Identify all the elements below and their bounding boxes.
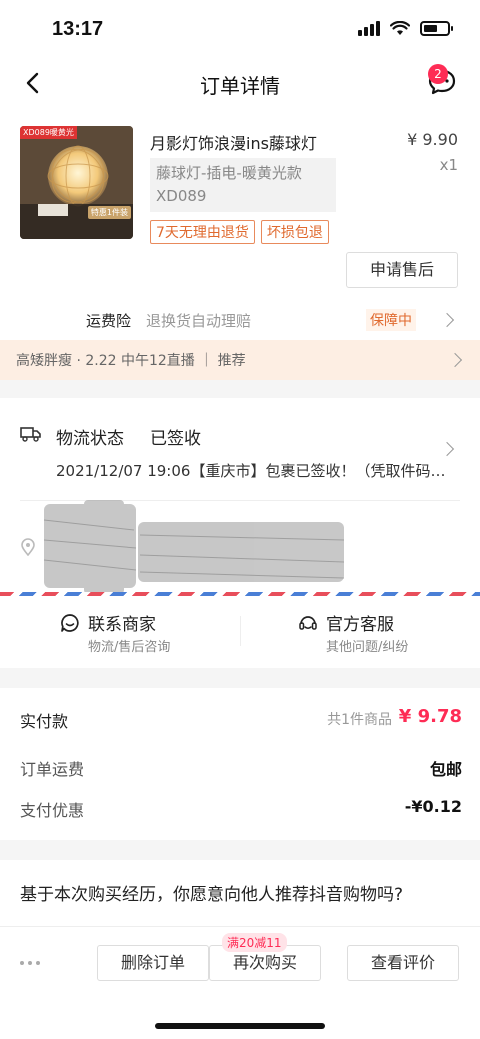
insurance-label: 运费险 — [86, 312, 132, 330]
paid-amount-row: 实付款 共1件商品 ¥ 9.78 — [20, 706, 462, 732]
home-indicator — [155, 1023, 325, 1029]
shipping-row: 订单运费 包邮 — [20, 756, 462, 780]
official-service-button[interactable]: 官方客服 其他问题/纠纷 — [298, 610, 458, 660]
discount-row: 支付优惠 -¥0.12 — [20, 797, 462, 821]
message-badge: 2 — [428, 64, 448, 84]
logistics-chevron-icon[interactable] — [439, 441, 455, 457]
product-sku: 藤球灯-插电-暖黄光款XD089 — [150, 158, 336, 212]
live-banner-text: 高矮胖瘦 · 2.22 中午12直播 ｜ 推荐 — [16, 353, 246, 369]
truck-icon — [20, 427, 41, 442]
redacted-address — [44, 500, 364, 594]
payment-card: 实付款 共1件商品 ¥ 9.78 订单运费 包邮 支付优惠 -¥0.12 — [0, 688, 480, 840]
logistics-status: 已签收 — [150, 429, 201, 449]
logistics-label: 物流状态 — [56, 429, 124, 449]
wifi-icon — [390, 20, 410, 35]
official-service-title: 官方客服 — [326, 615, 394, 635]
after-sale-button[interactable]: 申请售后 — [346, 252, 458, 288]
logistics-card: 物流状态 已签收 2021/12/07 19:06【重庆市】包裹已签收！（凭取件… — [0, 398, 480, 668]
contact-merchant-subtitle: 物流/售后咨询 — [88, 640, 171, 655]
rattan-ball-lamp-image — [20, 126, 133, 239]
paid-label: 实付款 — [20, 712, 69, 731]
damage-refund-tag: 坏损包退 — [260, 220, 329, 244]
discount-label: 支付优惠 — [20, 801, 85, 820]
product-image[interactable]: XD089暖黄光 特惠1件装 — [20, 126, 133, 239]
rebuy-promo-badge: 满20减11 — [222, 933, 287, 952]
airmail-stripe — [0, 592, 480, 596]
product-price: ¥ 9.90 — [407, 130, 458, 149]
return-policy-tag: 7天无理由退货 — [150, 220, 255, 244]
live-banner[interactable]: 高矮胖瘦 · 2.22 中午12直播 ｜ 推荐 — [0, 340, 480, 380]
insurance-description: 退换货自动理赔 — [146, 312, 252, 330]
item-count: 共1件商品 — [327, 712, 392, 728]
contact-merchant-title: 联系商家 — [88, 615, 156, 635]
location-pin-icon — [21, 538, 35, 556]
cellular-signal-icon — [358, 20, 380, 36]
service-tags: 7天无理由退货 坏损包退 — [150, 220, 329, 244]
more-icon[interactable] — [20, 961, 40, 965]
official-service-subtitle: 其他问题/纠纷 — [326, 640, 409, 655]
discount-value: -¥0.12 — [404, 797, 462, 816]
shipping-label: 订单运费 — [20, 760, 85, 779]
battery-icon — [420, 20, 453, 36]
view-review-button[interactable]: 查看评价 — [347, 945, 459, 981]
contact-divider — [240, 616, 241, 646]
nav-bar: 订单详情 2 — [0, 60, 480, 110]
image-promo-badge: 特惠1件装 — [87, 206, 131, 219]
page-title: 订单详情 — [200, 74, 280, 98]
logistics-detail[interactable]: 2021/12/07 19:06【重庆市】包裹已签收！（凭取件码… — [56, 460, 446, 481]
shipping-value: 包邮 — [429, 760, 462, 779]
paid-total: ¥ 9.78 — [398, 706, 462, 727]
delete-order-button[interactable]: 删除订单 — [97, 945, 209, 981]
status-icons — [358, 20, 453, 36]
status-time: 13:17 — [52, 18, 104, 40]
message-button[interactable]: 2 — [426, 64, 458, 98]
status-bar: 13:17 — [0, 0, 480, 60]
survey-question: 基于本次购买经历，你愿意向他人推荐抖音购物吗? — [20, 885, 404, 905]
image-variant-label: XD089暖黄光 — [20, 126, 77, 139]
contact-merchant-button[interactable]: 联系商家 物流/售后咨询 — [60, 610, 220, 660]
product-card: XD089暖黄光 特惠1件装 月影灯饰浪漫ins藤球灯 藤球灯-插电-暖黄光款X… — [0, 110, 480, 340]
insurance-status-badge: 保障中 — [366, 309, 416, 331]
live-banner-chevron-icon — [447, 352, 463, 368]
chat-smile-icon — [61, 614, 79, 632]
product-title[interactable]: 月影灯饰浪漫ins藤球灯 — [150, 130, 317, 154]
headset-icon — [299, 616, 317, 630]
bottom-action-bar: 删除订单 再次购买 满20减11 查看评价 — [0, 926, 480, 1039]
product-quantity: x1 — [439, 156, 458, 174]
insurance-chevron-icon[interactable] — [439, 312, 455, 328]
